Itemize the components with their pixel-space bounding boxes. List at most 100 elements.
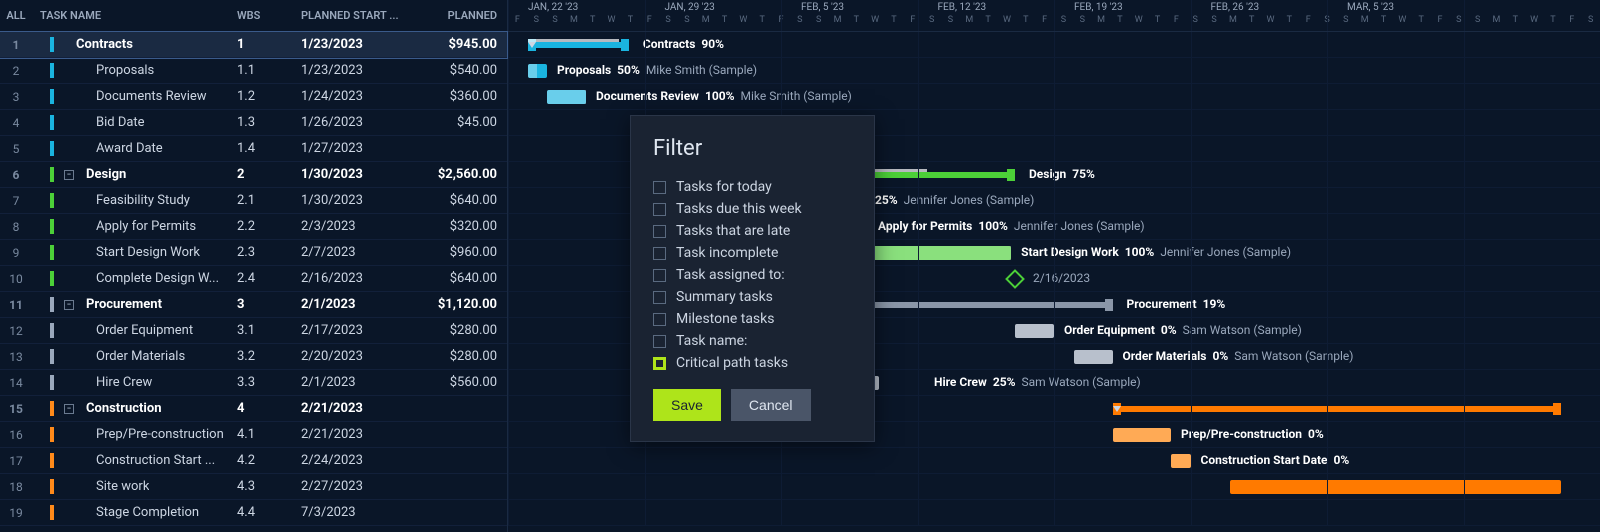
filter-option[interactable]: Milestone tasks <box>653 311 852 327</box>
filter-option[interactable]: Task assigned to: <box>653 267 852 283</box>
cell-start[interactable]: 2/20/2023 <box>297 349 417 364</box>
cell-wbs[interactable]: 4.3 <box>237 479 297 494</box>
checkbox[interactable] <box>653 269 666 282</box>
cell-start[interactable]: 2/17/2023 <box>297 323 417 338</box>
cell-task-name[interactable]: −Construction <box>32 401 237 416</box>
table-row[interactable]: 16Prep/Pre-construction4.12/21/2023 <box>0 422 507 448</box>
cell-wbs[interactable]: 4 <box>237 401 297 416</box>
cell-wbs[interactable]: 1.2 <box>237 89 297 104</box>
table-row[interactable]: 11−Procurement32/1/2023$1,120.00 <box>0 292 507 318</box>
task-bar[interactable] <box>1230 480 1562 494</box>
cell-task-name[interactable]: Start Design Work <box>32 245 237 260</box>
cell-start[interactable]: 1/27/2023 <box>297 141 417 156</box>
cell-wbs[interactable]: 2.2 <box>237 219 297 234</box>
cell-planned[interactable]: $320.00 <box>417 219 507 234</box>
col-wbs[interactable]: WBS <box>237 9 297 22</box>
checkbox[interactable] <box>653 203 666 216</box>
cell-start[interactable]: 2/24/2023 <box>297 453 417 468</box>
cell-wbs[interactable]: 2.1 <box>237 193 297 208</box>
table-row[interactable]: 8Apply for Permits2.22/3/2023$320.00 <box>0 214 507 240</box>
col-all[interactable]: ALL <box>0 9 32 22</box>
cell-wbs[interactable]: 4.4 <box>237 505 297 520</box>
table-row[interactable]: 19Stage Completion4.47/3/2023 <box>0 500 507 526</box>
summary-bar[interactable] <box>528 42 629 48</box>
cell-task-name[interactable]: Construction Start ... <box>32 453 237 468</box>
cell-start[interactable]: 2/21/2023 <box>297 427 417 442</box>
cell-task-name[interactable]: Feasibility Study <box>32 193 237 208</box>
filter-option[interactable]: Tasks that are late <box>653 223 852 239</box>
cell-planned[interactable]: $45.00 <box>417 115 507 130</box>
cell-wbs[interactable]: 3.3 <box>237 375 297 390</box>
task-bar[interactable] <box>1171 454 1191 468</box>
cell-start[interactable]: 1/23/2023 <box>297 63 417 78</box>
cell-planned[interactable]: $640.00 <box>417 193 507 208</box>
cell-wbs[interactable]: 2 <box>237 167 297 182</box>
table-row[interactable]: 12Order Equipment3.12/17/2023$280.00 <box>0 318 507 344</box>
cell-planned[interactable]: $560.00 <box>417 375 507 390</box>
collapse-toggle[interactable]: − <box>64 404 74 414</box>
milestone-diamond[interactable] <box>1005 269 1025 289</box>
cell-start[interactable]: 2/16/2023 <box>297 271 417 286</box>
cell-task-name[interactable]: Prep/Pre-construction <box>32 427 237 442</box>
table-row[interactable]: 15−Construction42/21/2023 <box>0 396 507 422</box>
filter-option[interactable]: Summary tasks <box>653 289 852 305</box>
cell-task-name[interactable]: −Design <box>32 167 237 182</box>
checkbox[interactable] <box>653 335 666 348</box>
cell-start[interactable]: 7/3/2023 <box>297 505 417 520</box>
cell-planned[interactable]: $945.00 <box>417 37 507 52</box>
cell-start[interactable]: 1/26/2023 <box>297 115 417 130</box>
table-row[interactable]: 10Complete Design W...2.42/16/2023$640.0… <box>0 266 507 292</box>
checkbox[interactable] <box>653 291 666 304</box>
task-bar[interactable] <box>528 64 548 78</box>
filter-option[interactable]: Task incomplete <box>653 245 852 261</box>
cell-start[interactable]: 2/7/2023 <box>297 245 417 260</box>
collapse-toggle[interactable]: − <box>64 300 74 310</box>
cell-task-name[interactable]: Contracts <box>32 37 237 52</box>
cell-wbs[interactable]: 1.3 <box>237 115 297 130</box>
task-bar[interactable] <box>1015 324 1054 338</box>
table-row[interactable]: 18Site work4.32/27/2023 <box>0 474 507 500</box>
checkbox[interactable] <box>653 181 666 194</box>
task-bar[interactable] <box>1074 350 1113 364</box>
filter-option[interactable]: Tasks due this week <box>653 201 852 217</box>
table-row[interactable]: 4Bid Date1.31/26/2023$45.00 <box>0 110 507 136</box>
cell-task-name[interactable]: Order Equipment <box>32 323 237 338</box>
cell-wbs[interactable]: 4.1 <box>237 427 297 442</box>
table-row[interactable]: 14Hire Crew3.32/1/2023$560.00 <box>0 370 507 396</box>
col-name[interactable]: TASK NAME <box>32 9 237 22</box>
cell-start[interactable]: 1/30/2023 <box>297 193 417 208</box>
cell-task-name[interactable]: Stage Completion <box>32 505 237 520</box>
cell-planned[interactable]: $2,560.00 <box>417 167 507 182</box>
col-planned[interactable]: PLANNED <box>417 9 507 22</box>
cell-start[interactable]: 2/1/2023 <box>297 297 417 312</box>
cell-wbs[interactable]: 1.4 <box>237 141 297 156</box>
filter-option[interactable]: Tasks for today <box>653 179 852 195</box>
checkbox[interactable] <box>653 247 666 260</box>
cell-planned[interactable]: $360.00 <box>417 89 507 104</box>
cell-wbs[interactable]: 2.3 <box>237 245 297 260</box>
cell-planned[interactable]: $640.00 <box>417 271 507 286</box>
cell-start[interactable]: 2/3/2023 <box>297 219 417 234</box>
cell-task-name[interactable]: Complete Design W... <box>32 271 237 286</box>
cell-task-name[interactable]: Bid Date <box>32 115 237 130</box>
filter-option[interactable]: Task name: <box>653 333 852 349</box>
table-row[interactable]: 1Contracts11/23/2023$945.00 <box>0 32 507 58</box>
cell-start[interactable]: 1/23/2023 <box>297 37 417 52</box>
cell-planned[interactable]: $540.00 <box>417 63 507 78</box>
cell-wbs[interactable]: 1 <box>237 37 297 52</box>
cell-start[interactable]: 1/24/2023 <box>297 89 417 104</box>
cell-task-name[interactable]: Proposals <box>32 63 237 78</box>
cancel-button[interactable]: Cancel <box>731 389 811 421</box>
table-row[interactable]: 13Order Materials3.22/20/2023$280.00 <box>0 344 507 370</box>
cell-start[interactable]: 1/30/2023 <box>297 167 417 182</box>
cell-wbs[interactable]: 3.2 <box>237 349 297 364</box>
cell-planned[interactable]: $1,120.00 <box>417 297 507 312</box>
cell-task-name[interactable]: Documents Review <box>32 89 237 104</box>
cell-wbs[interactable]: 2.4 <box>237 271 297 286</box>
task-bar[interactable] <box>1113 428 1172 442</box>
cell-start[interactable]: 2/27/2023 <box>297 479 417 494</box>
cell-task-name[interactable]: Award Date <box>32 141 237 156</box>
task-bar[interactable] <box>547 90 586 104</box>
table-row[interactable]: 7Feasibility Study2.11/30/2023$640.00 <box>0 188 507 214</box>
checkbox[interactable] <box>653 313 666 326</box>
